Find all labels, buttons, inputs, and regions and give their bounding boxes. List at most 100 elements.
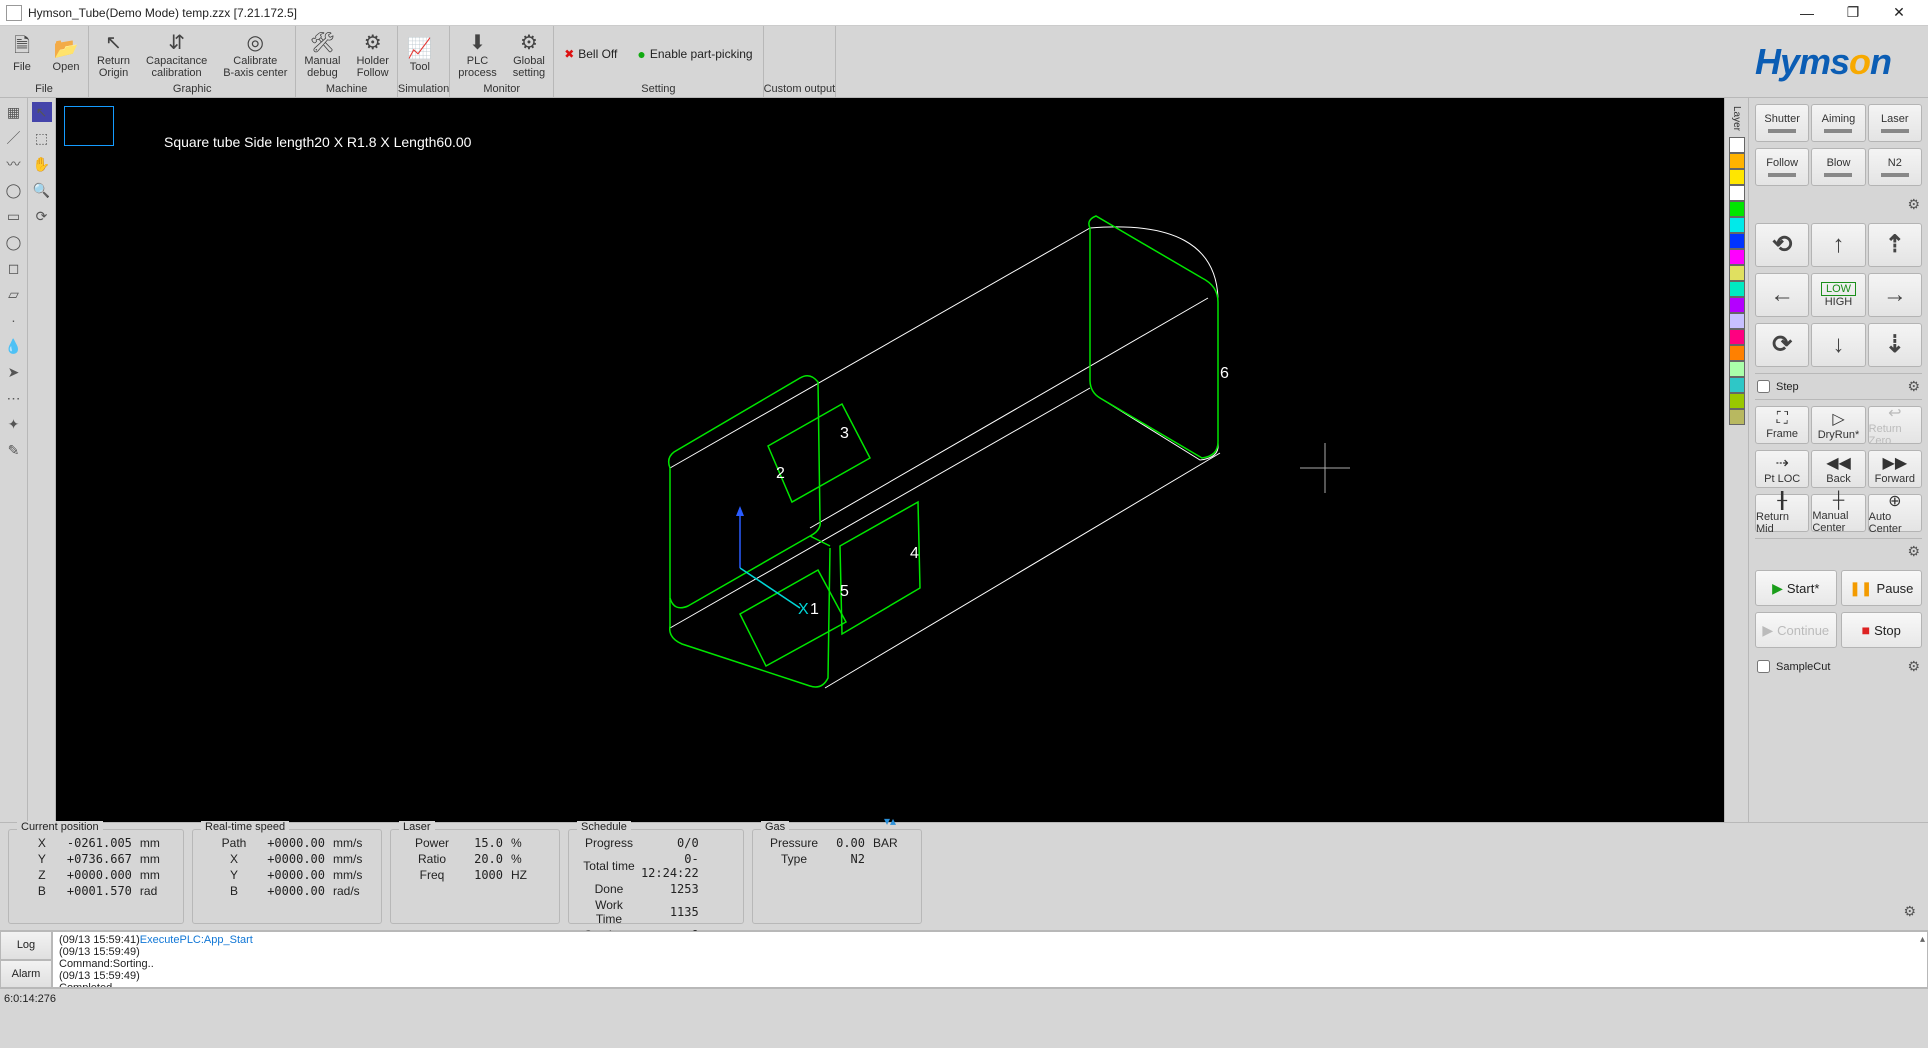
gear-icon[interactable]: ⚙ <box>1907 658 1920 675</box>
jog-z-up-button[interactable]: ⇡ <box>1868 223 1922 267</box>
return-origin-button[interactable]: ↖Return Origin <box>89 26 138 82</box>
ellipse-icon[interactable]: ◯ <box>4 232 24 252</box>
rotate-icon[interactable]: ⟳ <box>32 206 52 226</box>
log-line: Command:Sorting.. <box>59 958 1921 970</box>
manual-debug-button[interactable]: 🛠Manual debug <box>296 26 348 82</box>
point-icon[interactable]: · <box>4 310 24 330</box>
aiming-button[interactable]: Aiming <box>1811 104 1865 142</box>
select-icon[interactable]: ⬚ <box>32 128 52 148</box>
layer-swatch[interactable] <box>1729 169 1745 185</box>
jog-rotate-ccw-button[interactable]: ⟲ <box>1755 223 1809 267</box>
grid-icon[interactable]: ▦ <box>4 102 24 122</box>
target-icon: ◎ <box>242 29 268 55</box>
jog-rotate-cw-button[interactable]: ⟳ <box>1755 323 1809 367</box>
global-setting-button[interactable]: ⚙Global setting <box>505 26 553 82</box>
log-tab[interactable]: Log <box>0 931 52 960</box>
speed-toggle-button[interactable]: LOWHIGH <box>1811 273 1865 317</box>
schedule-box: Schedule Progress0/0Total time0-12:24:22… <box>568 829 744 924</box>
layer-swatch[interactable] <box>1729 313 1745 329</box>
step-checkbox[interactable] <box>1757 380 1770 393</box>
close-button[interactable]: ✕ <box>1876 0 1922 26</box>
layer-swatch[interactable] <box>1729 217 1745 233</box>
jog-down-button[interactable]: ↓ <box>1811 323 1865 367</box>
open-button[interactable]: 📂Open <box>44 26 88 82</box>
btn-icon: ▷ <box>1832 409 1844 429</box>
tool-button[interactable]: 📈Tool <box>398 26 442 82</box>
laser-button[interactable]: Laser <box>1868 104 1922 142</box>
control-panel: ShutterAimingLaser FollowBlowN2 ⚙ ⟲ ↑ ⇡ … <box>1748 98 1928 822</box>
arrow-tool-icon[interactable]: ➤ <box>4 362 24 382</box>
frame-button[interactable]: ⛶Frame <box>1755 406 1809 444</box>
layer-swatch[interactable] <box>1729 137 1745 153</box>
shutter-button[interactable]: Shutter <box>1755 104 1809 142</box>
layer-swatch[interactable] <box>1729 345 1745 361</box>
file-button[interactable]: 🗎File <box>0 26 44 82</box>
jog-z-down-button[interactable]: ⇣ <box>1868 323 1922 367</box>
gear-icon[interactable]: ⚙ <box>1907 378 1920 395</box>
line-icon[interactable]: ／ <box>4 128 24 148</box>
curve-icon[interactable]: 〰 <box>4 154 24 174</box>
auto-center-button[interactable]: ⊕Auto Center <box>1868 494 1922 532</box>
layer-swatch[interactable] <box>1729 281 1745 297</box>
start-button[interactable]: ▶Start* <box>1755 570 1837 606</box>
circle-icon[interactable]: ◯ <box>4 180 24 200</box>
return-mid-button[interactable]: ╂Return Mid <box>1755 494 1809 532</box>
layer-swatch[interactable] <box>1729 265 1745 281</box>
n2-button[interactable]: N2 <box>1868 148 1922 186</box>
pause-button[interactable]: ❚❚Pause <box>1841 570 1923 606</box>
layer-swatch[interactable] <box>1729 201 1745 217</box>
holder-follow-button[interactable]: ⚙Holder Follow <box>348 26 396 82</box>
dots-icon[interactable]: ⋯ <box>4 388 24 408</box>
layer-swatch[interactable] <box>1729 329 1745 345</box>
samplecut-checkbox[interactable] <box>1757 660 1770 673</box>
bell-off-button[interactable]: ✖Bell Off <box>554 47 627 61</box>
gear-icon[interactable]: ⚙ <box>1907 196 1920 213</box>
polygon-icon[interactable]: ◻ <box>4 258 24 278</box>
viewport-canvas[interactable]: Square tube Side length20 X R1.8 X Lengt… <box>56 98 1724 822</box>
jog-left-button[interactable]: ← <box>1755 273 1809 317</box>
log-content[interactable]: ▴ (09/13 15:59:41)ExecutePLC:App_Start(0… <box>52 931 1928 988</box>
stop-button[interactable]: ■Stop <box>1841 612 1923 648</box>
blow-button[interactable]: Blow <box>1811 148 1865 186</box>
hand-icon[interactable]: ✋ <box>32 154 52 174</box>
pt-loc-button[interactable]: ⇢Pt LOC <box>1755 450 1809 488</box>
layer-swatch[interactable] <box>1729 297 1745 313</box>
scroll-up-icon[interactable]: ▴ <box>1920 934 1925 945</box>
splitter-handle[interactable]: ▾▴ <box>884 814 896 828</box>
zoom-icon[interactable]: 🔍 <box>32 180 52 200</box>
calibrate-baxis-button[interactable]: ◎Calibrate B-axis center <box>215 26 295 82</box>
jog-up-button[interactable]: ↑ <box>1811 223 1865 267</box>
shape-icon[interactable]: ▱ <box>4 284 24 304</box>
forward-button[interactable]: ▶▶Forward <box>1868 450 1922 488</box>
layer-swatch[interactable] <box>1729 153 1745 169</box>
gear-icon[interactable]: ⚙ <box>1903 903 1916 920</box>
continue-button[interactable]: ▶Continue <box>1755 612 1837 648</box>
layer-swatch[interactable] <box>1729 377 1745 393</box>
pointer-icon[interactable]: ↖ <box>32 102 52 122</box>
wrench-icon: 🛠 <box>309 29 335 55</box>
maximize-button[interactable]: ❐ <box>1830 0 1876 26</box>
jog-right-button[interactable]: → <box>1868 273 1922 317</box>
rect-icon[interactable]: ▭ <box>4 206 24 226</box>
return-zero-button[interactable]: ↩Return Zero <box>1868 406 1922 444</box>
minimize-button[interactable]: — <box>1784 0 1830 26</box>
layer-swatch[interactable] <box>1729 393 1745 409</box>
layer-swatch[interactable] <box>1729 185 1745 201</box>
layer-swatch[interactable] <box>1729 409 1745 425</box>
rotate-ccw-icon: ⟲ <box>1772 233 1792 257</box>
layer-swatch[interactable] <box>1729 233 1745 249</box>
layer-swatch[interactable] <box>1729 249 1745 265</box>
follow-button[interactable]: Follow <box>1755 148 1809 186</box>
target2-icon[interactable]: ✦ <box>4 414 24 434</box>
alarm-tab[interactable]: Alarm <box>0 960 52 989</box>
plc-process-button[interactable]: ⬇PLC process <box>450 26 505 82</box>
gear-icon[interactable]: ⚙ <box>1907 543 1920 560</box>
back-button[interactable]: ◀◀Back <box>1811 450 1865 488</box>
capacitance-cal-button[interactable]: ⇵Capacitance calibration <box>138 26 215 82</box>
enable-part-picking-button[interactable]: ●Enable part-picking <box>627 46 762 62</box>
layer-swatch[interactable] <box>1729 361 1745 377</box>
manual-center-button[interactable]: ┼Manual Center <box>1811 494 1865 532</box>
pen-icon[interactable]: ✎ <box>4 440 24 460</box>
dryrun--button[interactable]: ▷DryRun* <box>1811 406 1865 444</box>
drop-icon[interactable]: 💧 <box>4 336 24 356</box>
